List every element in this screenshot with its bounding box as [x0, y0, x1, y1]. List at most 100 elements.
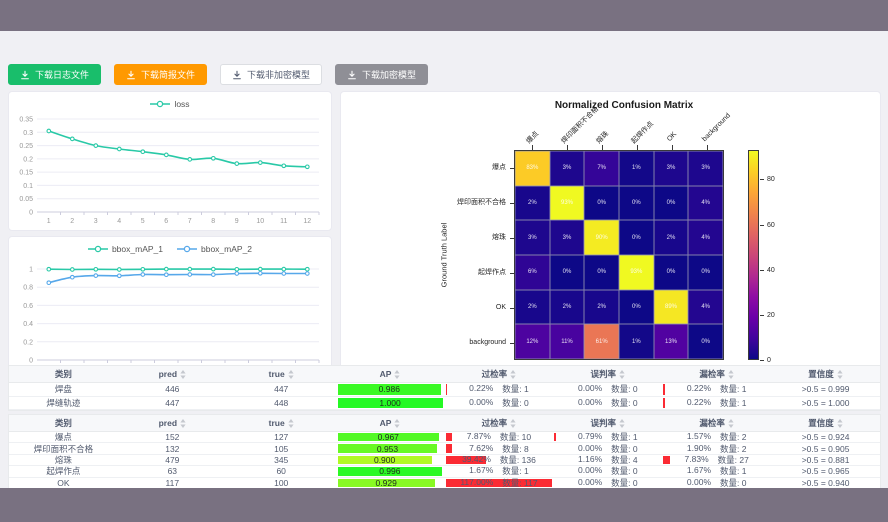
column-header-label: 置信度 [808, 368, 834, 380]
sort-icon[interactable] [837, 370, 843, 379]
rate-count: 数量: 0 [502, 397, 528, 409]
rate-count: 数量: 136 [500, 455, 536, 466]
column-header-过检率[interactable]: 过检率 [445, 415, 554, 432]
column-header-AP[interactable]: AP [336, 366, 445, 383]
column-header-误判率[interactable]: 误判率 [553, 415, 662, 432]
download-icon [232, 70, 242, 80]
sort-icon[interactable] [288, 370, 294, 379]
column-header-label: true [269, 418, 285, 428]
cell-true: 127 [227, 432, 336, 443]
cell-ap: 0.986 [336, 383, 445, 397]
sort-icon[interactable] [394, 419, 400, 428]
sort-icon[interactable] [510, 419, 516, 428]
rate-bar [446, 444, 452, 452]
ap-bar: 0.900 [338, 456, 432, 464]
rate-text: 39.42%数量: 136 [462, 455, 536, 466]
table-header-row: 类别predtrueAP过检率误判率漏检率置信度 [9, 415, 880, 432]
rate-count: 数量: 2 [720, 443, 746, 454]
ap-bar: 0.996 [338, 467, 442, 475]
cm-row-label: background [416, 325, 506, 360]
cm-tick-mark [532, 145, 533, 150]
svg-text:5: 5 [141, 218, 145, 225]
cell-ap: 1.000 [336, 397, 445, 411]
rate-value: 0.00% [469, 397, 493, 409]
svg-text:0: 0 [29, 358, 33, 365]
loss-chart-card: loss00.050.10.150.20.250.30.351234567891… [8, 91, 332, 231]
column-header-置信度[interactable]: 置信度 [771, 415, 880, 432]
cm-tick-mark [510, 308, 514, 309]
column-header-label: 置信度 [808, 417, 834, 429]
column-header-置信度[interactable]: 置信度 [771, 366, 880, 383]
table-row: 焊印面积不合格1321050.9537.62%数量: 80.00%数量: 01.… [9, 443, 880, 454]
download-button-label: 下载日志文件 [35, 68, 89, 81]
heatmap-cell: 0% [688, 255, 723, 290]
rate-text: 0.00% 数量: 0 [469, 397, 529, 409]
column-header-漏检率[interactable]: 漏检率 [662, 366, 771, 383]
legend-item-loss[interactable]: loss [150, 99, 189, 109]
heatmap-cell: 0% [688, 324, 723, 359]
heatmap-cell: 93% [619, 255, 654, 290]
column-header-label: 误判率 [591, 417, 617, 429]
cell-pred: 63 [118, 466, 227, 477]
rate-text: 7.83%数量: 27 [685, 455, 749, 466]
rate-count: 数量: 10 [500, 432, 531, 443]
column-header-true[interactable]: true [227, 366, 336, 383]
legend-line-icon [177, 244, 197, 254]
sort-icon[interactable] [180, 370, 186, 379]
column-header-AP[interactable]: AP [336, 415, 445, 432]
column-header-pred[interactable]: pred [118, 366, 227, 383]
sort-icon[interactable] [619, 419, 625, 428]
cell-ap: 0.996 [336, 466, 445, 477]
rate-count: 数量: 1 [611, 432, 637, 443]
sort-icon[interactable] [728, 370, 734, 379]
svg-text:12: 12 [303, 218, 311, 225]
sort-icon[interactable] [394, 370, 400, 379]
cell-ap: 0.967 [336, 432, 445, 443]
cell-confidence: >0.5 = 0.965 [771, 466, 880, 477]
rate-bar [663, 456, 670, 464]
rate-value: 1.67% [469, 466, 493, 477]
column-header-漏检率[interactable]: 漏检率 [662, 415, 771, 432]
download-button-disabled[interactable]: 下载加密模型 [335, 64, 428, 85]
rate-value: 1.57% [687, 432, 711, 443]
rate-count: 数量: 4 [611, 455, 637, 466]
svg-text:0.8: 0.8 [23, 285, 33, 292]
cm-col-label: OK [666, 131, 678, 143]
rate-value: 1.90% [687, 443, 711, 454]
colorbar-tick [760, 270, 764, 271]
column-header-误判率[interactable]: 误判率 [553, 366, 662, 383]
colorbar-tick [760, 315, 764, 316]
legend-item-bbox_mAP_1[interactable]: bbox_mAP_1 [88, 244, 163, 254]
cell-class: 焊盘 [9, 383, 118, 397]
rate-bar [663, 384, 665, 395]
sort-icon[interactable] [619, 370, 625, 379]
column-header-true[interactable]: true [227, 415, 336, 432]
download-button-default[interactable]: 下载非加密模型 [220, 64, 322, 85]
svg-text:0.1: 0.1 [23, 183, 33, 190]
download-button-warning[interactable]: 下载简报文件 [114, 64, 207, 85]
heatmap-cell: 83% [515, 151, 550, 186]
download-icon [126, 70, 136, 80]
download-button-success[interactable]: 下载日志文件 [8, 64, 101, 85]
rate-value: 0.22% [687, 397, 711, 409]
sort-icon[interactable] [728, 419, 734, 428]
cell-pred: 152 [118, 432, 227, 443]
column-header-pred[interactable]: pred [118, 415, 227, 432]
column-header-label: 过检率 [482, 368, 508, 380]
bottom-frame-band [0, 488, 888, 522]
svg-text:0.2: 0.2 [23, 156, 33, 163]
sort-icon[interactable] [837, 419, 843, 428]
sort-icon[interactable] [180, 419, 186, 428]
column-header-过检率[interactable]: 过检率 [445, 366, 554, 383]
cell-class: 焊印面积不合格 [9, 443, 118, 454]
rate-value: 0.00% [578, 383, 602, 395]
top-frame-band [0, 0, 888, 31]
legend-item-bbox_mAP_2[interactable]: bbox_mAP_2 [177, 244, 252, 254]
rate-text: 1.90% 数量: 2 [687, 443, 747, 454]
cell-misjudge-rate: 0.00%数量: 0 [553, 466, 662, 477]
sort-icon[interactable] [510, 370, 516, 379]
colorbar-tick [760, 179, 764, 180]
ap-bar: 1.000 [338, 398, 443, 409]
sort-icon[interactable] [288, 419, 294, 428]
table-header-row: 类别predtrueAP过检率误判率漏检率置信度 [9, 366, 880, 383]
